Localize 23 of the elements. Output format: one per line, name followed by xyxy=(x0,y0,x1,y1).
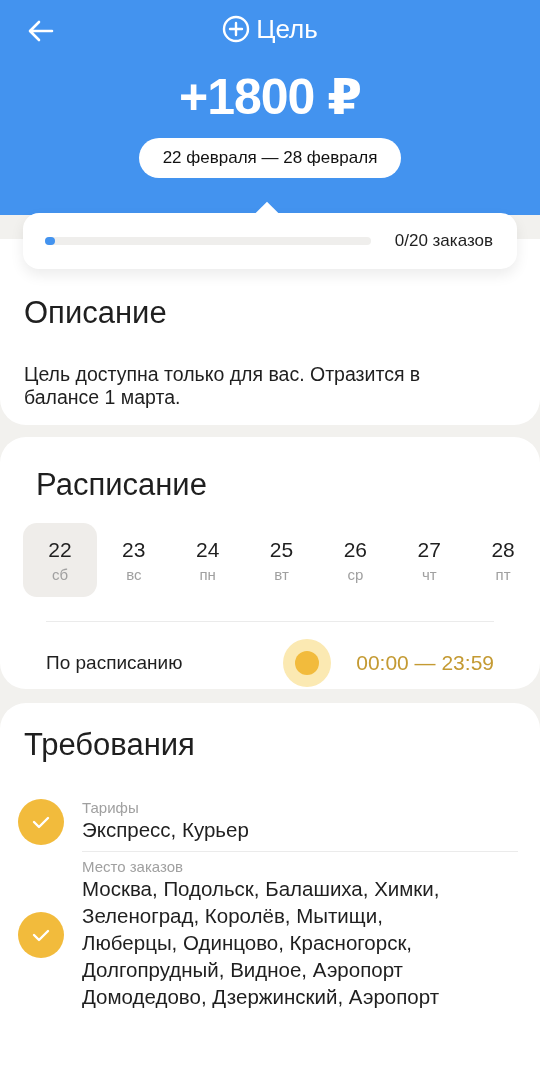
section-title: Описание xyxy=(24,295,168,331)
progress-reading: 0/20 заказов xyxy=(394,231,493,251)
day-tab[interactable]: 22 сб xyxy=(23,523,97,597)
section-title: Требования xyxy=(23,727,196,763)
requirement-value: Экспресс, Курьер xyxy=(82,817,250,843)
plus-circle-icon xyxy=(222,15,251,43)
description-text: Цель доступна только для вас. Отразится в балансе 1 марта. xyxy=(24,363,422,409)
period-badge: 22 февраля — 28 февраля xyxy=(138,138,402,178)
day-tab[interactable]: 26 ср xyxy=(318,523,393,597)
section-title: Расписание xyxy=(35,467,208,503)
schedule-mode: По расписанию xyxy=(46,652,184,674)
sun-icon xyxy=(282,638,333,688)
requirement-label: Тарифы xyxy=(82,799,140,816)
screen-title: Цель xyxy=(256,13,318,45)
day-tab[interactable]: 25 вт xyxy=(244,523,319,597)
requirement-value: Москва, Подольск, Балашиха, Химки, Зеленоград, Королёв, Мытищи, Люберцы, Одинцово, Красногорск, Долгопрудный, Видное, Аэропорт Домодедово, Дзержинский, Аэропорт xyxy=(82,876,441,1010)
day-tab[interactable]: 28 пт xyxy=(466,523,540,597)
day-tab[interactable]: 24 пн xyxy=(170,523,245,597)
time-range: 00:00 — 23:59 xyxy=(356,651,494,675)
reward-amount: +1800 ₽ xyxy=(178,68,362,126)
day-tab[interactable]: 27 чт xyxy=(392,523,467,597)
requirement-label: Место заказов xyxy=(82,858,185,875)
day-tab[interactable]: 23 вс xyxy=(96,523,171,597)
